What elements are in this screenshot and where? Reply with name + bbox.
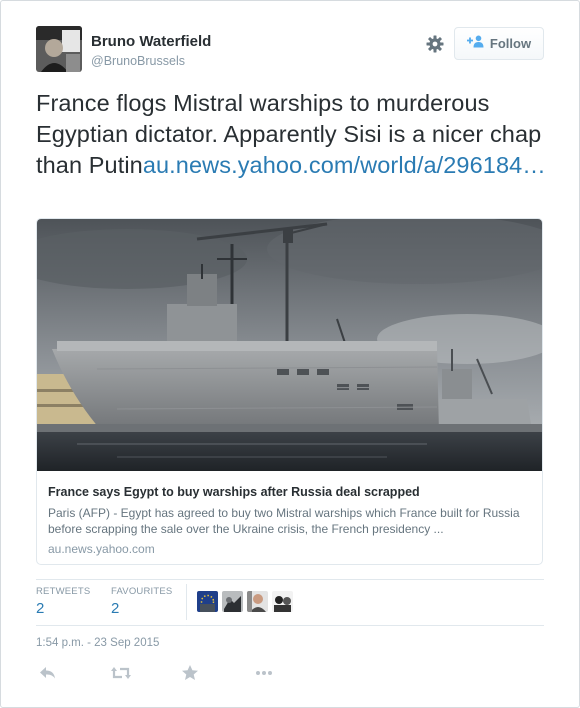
stats-divider-top — [36, 579, 544, 580]
favouriter-avatar[interactable] — [247, 591, 268, 612]
favouriter-avatar[interactable] — [222, 591, 243, 612]
user-handle[interactable]: @BrunoBrussels — [91, 54, 185, 68]
favouriter-avatars — [197, 591, 293, 612]
stats-separator — [186, 584, 187, 620]
tweet-actions — [36, 663, 336, 685]
retweet-icon[interactable] — [110, 663, 131, 683]
user-avatar[interactable] — [36, 26, 82, 72]
card-description: Paris (AFP) - Egypt has agreed to buy tw… — [48, 506, 520, 536]
tweet-text: France flogs Mistral warships to murdero… — [36, 88, 548, 181]
add-person-icon — [466, 35, 484, 53]
tweet-container: Bruno Waterfield @BrunoBrussels Follow F… — [0, 0, 580, 708]
reply-icon[interactable] — [38, 663, 58, 683]
link-card[interactable]: France says Egypt to buy warships after … — [36, 218, 543, 565]
user-name[interactable]: Bruno Waterfield — [91, 33, 211, 50]
more-icon[interactable] — [254, 663, 274, 683]
stats-divider-bottom — [36, 625, 544, 626]
favouriter-avatar[interactable] — [197, 591, 218, 612]
card-domain[interactable]: au.news.yahoo.com — [48, 542, 155, 556]
card-title[interactable]: France says Egypt to buy warships after … — [48, 485, 420, 499]
favourites-count[interactable]: 2 — [111, 600, 172, 617]
follow-label: Follow — [489, 36, 532, 51]
tweet-link[interactable]: au.news.yahoo.com/world/a/296184… — [143, 152, 546, 178]
retweets-label: RETWEETS — [36, 586, 91, 597]
favourites-stat[interactable]: FAVOURITES 2 — [111, 586, 172, 617]
star-icon[interactable] — [180, 663, 200, 683]
card-image[interactable] — [37, 219, 542, 471]
follow-button[interactable]: Follow — [454, 27, 544, 60]
favourites-label: FAVOURITES — [111, 586, 173, 597]
tweet-header: Bruno Waterfield @BrunoBrussels Follow — [36, 26, 546, 76]
retweets-count[interactable]: 2 — [36, 600, 90, 617]
favouriter-avatar[interactable] — [272, 591, 293, 612]
retweets-stat[interactable]: RETWEETS 2 — [36, 586, 90, 617]
gear-icon[interactable] — [426, 35, 444, 53]
tweet-timestamp[interactable]: 1:54 p.m. - 23 Sep 2015 — [36, 637, 159, 649]
